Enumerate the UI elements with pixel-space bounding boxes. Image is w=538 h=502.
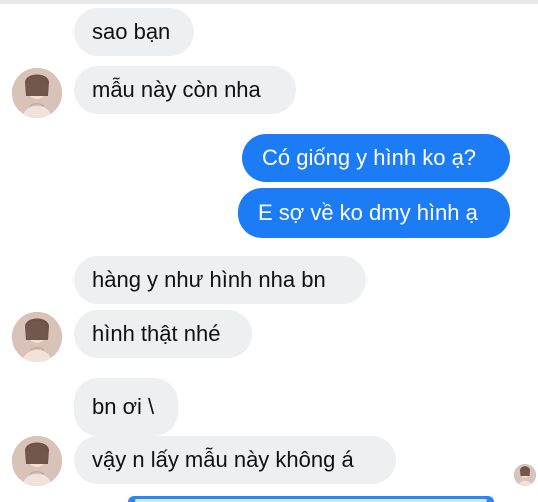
message-text: sao bạn bbox=[92, 19, 171, 44]
seen-avatar-image bbox=[514, 464, 536, 486]
message-text: bn ơi \ bbox=[92, 394, 155, 419]
contact-avatar-icon[interactable] bbox=[12, 68, 62, 118]
message-text: mẫu này còn nha bbox=[92, 77, 261, 102]
message-bubble-outgoing[interactable]: Có giống y hình ko ạ? bbox=[242, 134, 510, 182]
message-text: hình thật nhé bbox=[92, 321, 221, 346]
message-text: E sợ về ko dmy hình ạ bbox=[258, 200, 478, 225]
message-bubble-outgoing[interactable]: E sợ về ko dmy hình ạ bbox=[238, 188, 510, 238]
seen-avatar-icon bbox=[514, 464, 536, 486]
message-bubble-incoming[interactable]: mẫu này còn nha bbox=[74, 66, 296, 114]
contact-avatar-icon[interactable] bbox=[12, 312, 62, 362]
message-bubble-incoming[interactable]: vậy n lấy mẫu này không á bbox=[74, 436, 396, 484]
message-bubble-incoming[interactable]: hàng y như hình nha bn bbox=[74, 256, 366, 304]
message-text: vậy n lấy mẫu này không á bbox=[92, 447, 354, 472]
message-text: hàng y như hình nha bn bbox=[92, 267, 326, 292]
contact-avatar-image bbox=[12, 436, 62, 486]
message-text: Có giống y hình ko ạ? bbox=[262, 145, 477, 170]
contact-avatar-icon[interactable] bbox=[12, 436, 62, 486]
contact-avatar-image bbox=[12, 68, 62, 118]
message-bubble-incoming[interactable]: bn ơi \ bbox=[74, 378, 178, 436]
message-bubble-incoming[interactable]: hình thật nhé bbox=[74, 310, 252, 358]
contact-avatar-image bbox=[12, 312, 62, 362]
message-bubble-incoming[interactable]: sao bạn bbox=[74, 8, 194, 56]
top-divider bbox=[0, 0, 538, 4]
